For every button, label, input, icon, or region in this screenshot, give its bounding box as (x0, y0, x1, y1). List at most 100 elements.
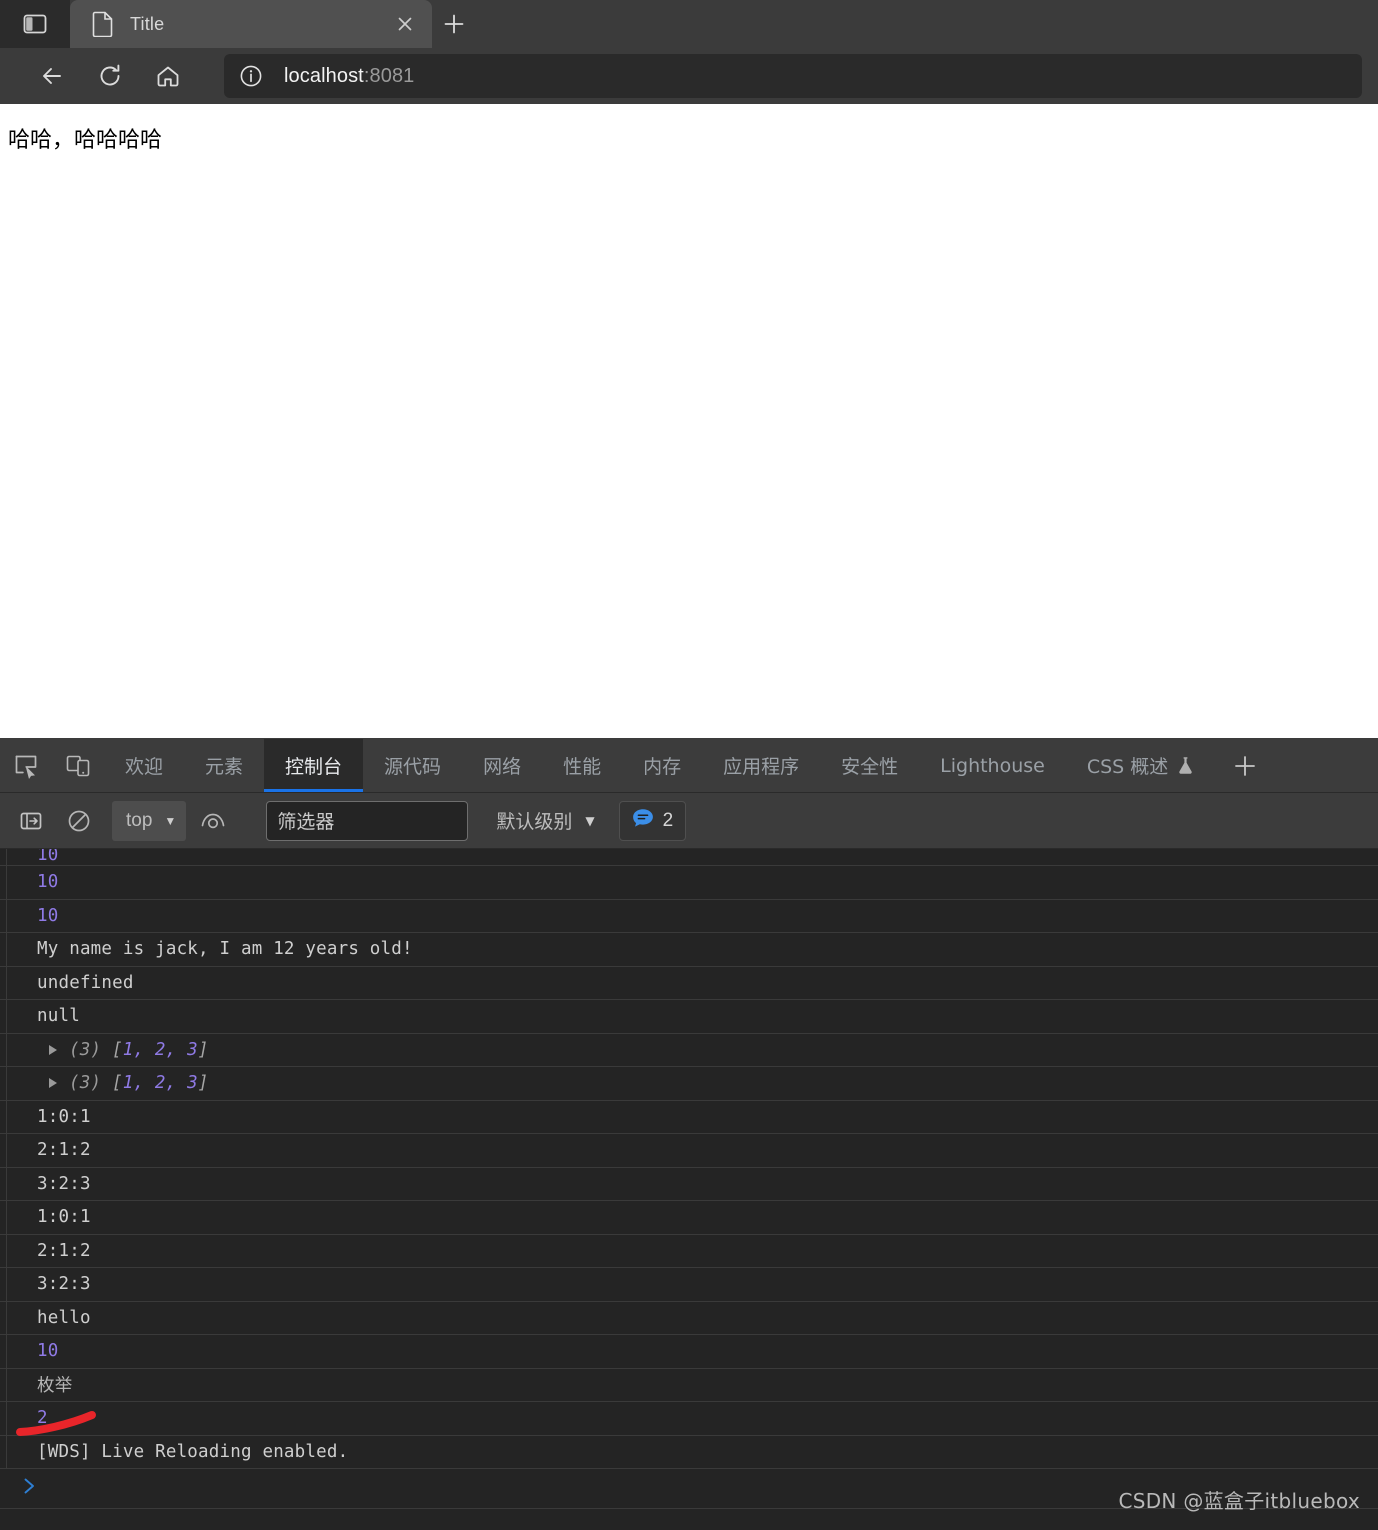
console-row-text: 枚举 (37, 1376, 73, 1397)
tab-lighthouse[interactable]: Lighthouse (919, 739, 1066, 792)
console-row[interactable]: 2 (0, 1402, 1378, 1436)
console-row[interactable]: hello (0, 1301, 1378, 1335)
console-row-text: undefined (37, 972, 134, 993)
console-row-array[interactable]: (3) [1, 2, 3] (0, 1067, 1378, 1101)
tab-css-overview[interactable]: CSS 概述 (1066, 739, 1215, 792)
console-row[interactable]: 1:0:1 (0, 1100, 1378, 1134)
console-row[interactable]: 2:1:2 (0, 1134, 1378, 1168)
url-port: :8081 (363, 64, 415, 87)
tab-elements[interactable]: 元素 (184, 739, 264, 792)
back-arrow-icon[interactable] (28, 52, 76, 100)
page-viewport: 哈哈，哈哈哈哈 (0, 104, 1378, 738)
reload-icon[interactable] (86, 52, 134, 100)
console-row[interactable]: null (0, 1000, 1378, 1034)
console-row[interactable]: 3:2:3 (0, 1268, 1378, 1302)
tab-performance[interactable]: 性能 (542, 739, 622, 792)
browser-chrome: Title localhost:8081 (0, 0, 1378, 104)
console-row-text: 10 (37, 872, 59, 893)
close-icon[interactable] (390, 9, 420, 39)
array-length: (3) (69, 1039, 102, 1060)
info-circle-icon[interactable] (238, 63, 264, 89)
tab-label: 内存 (643, 756, 682, 778)
tab-application[interactable]: 应用程序 (702, 739, 820, 792)
array-length: (3) (69, 1073, 102, 1094)
tab-sources[interactable]: 源代码 (363, 739, 462, 792)
console-row[interactable]: 10 (0, 1335, 1378, 1369)
clear-console-icon[interactable] (58, 800, 100, 842)
array-items: 1, 2, 3 (122, 1073, 198, 1094)
console-row-array[interactable]: (3) [1, 2, 3] (0, 1033, 1378, 1067)
tab-memory[interactable]: 内存 (622, 739, 702, 792)
more-tabs-button[interactable] (1215, 739, 1275, 792)
console-row-text: 1:0:1 (37, 1106, 91, 1127)
tab-label: 网络 (483, 756, 522, 778)
console-row-text: 2 (37, 1408, 48, 1429)
tab-welcome[interactable]: 欢迎 (104, 739, 184, 792)
console-row[interactable]: 10 (0, 849, 1378, 866)
new-tab-button[interactable] (432, 2, 476, 46)
console-row-text: hello (37, 1307, 91, 1328)
filter-placeholder: 筛选器 (277, 811, 335, 833)
home-icon[interactable] (144, 52, 192, 100)
devtools-tab-bar: 欢迎 元素 控制台 源代码 网络 性能 内存 应用程序 安全性 Lighthou… (0, 739, 1378, 793)
tab-strip: Title (0, 0, 1378, 48)
tab-label: 应用程序 (723, 756, 800, 778)
console-row[interactable]: 1:0:1 (0, 1201, 1378, 1235)
log-level-select[interactable]: 默认级别 ▼ (486, 807, 604, 834)
filter-input[interactable]: 筛选器 (266, 800, 469, 841)
tab-label: 欢迎 (125, 756, 164, 778)
address-bar[interactable]: localhost:8081 (224, 54, 1362, 98)
console-row-text: 3:2:3 (37, 1274, 91, 1295)
console-row[interactable]: 2:1:2 (0, 1234, 1378, 1268)
console-row-text: 10 (37, 849, 59, 865)
page-body-text: 哈哈，哈哈哈哈 (8, 128, 163, 153)
execution-context-value: top (126, 809, 153, 831)
tab-title: Title (130, 13, 165, 34)
tab-label: CSS 概述 (1086, 756, 1169, 778)
live-expression-icon[interactable] (192, 800, 234, 842)
console-row-text: 10 (37, 1341, 59, 1362)
browser-tab[interactable]: Title (70, 0, 432, 48)
url-host: localhost (284, 64, 364, 87)
disclosure-triangle-icon[interactable] (49, 1078, 57, 1089)
console-row-text: 1:0:1 (37, 1207, 91, 1228)
devtools-panel: 欢迎 元素 控制台 源代码 网络 性能 内存 应用程序 安全性 Lighthou… (0, 738, 1378, 1530)
log-level-label: 默认级别 (496, 811, 573, 833)
console-row[interactable]: 3:2:3 (0, 1167, 1378, 1201)
console-row-text: null (37, 1006, 80, 1027)
split-pane-icon[interactable] (0, 0, 70, 48)
console-row-text: 2:1:2 (37, 1140, 91, 1161)
console-row-text: [WDS] Live Reloading enabled. (37, 1441, 349, 1462)
inspect-element-icon[interactable] (0, 739, 52, 792)
screenshot-root: Title localhost:8081 哈哈，哈哈哈哈 欢迎 元素 控制台 源… (0, 0, 1378, 1530)
console-row-text: 2:1:2 (37, 1240, 91, 1261)
flask-icon (1177, 756, 1194, 775)
message-count: 2 (662, 809, 674, 831)
message-count-badge[interactable]: 2 (618, 800, 687, 841)
console-row-text: 10 (37, 905, 59, 926)
execution-context-select[interactable]: top ▼ (112, 800, 187, 841)
console-row[interactable]: 10 (0, 899, 1378, 933)
console-row-text: 3:2:3 (37, 1173, 91, 1194)
console-row[interactable]: undefined (0, 966, 1378, 1000)
console-row-text: My name is jack, I am 12 years old! (37, 939, 413, 960)
address-bar-url: localhost:8081 (284, 65, 414, 88)
console-log-area[interactable]: 10 10 10 My name is jack, I am 12 years … (0, 849, 1378, 1530)
tab-network[interactable]: 网络 (462, 739, 542, 792)
console-row[interactable]: 枚举 (0, 1368, 1378, 1402)
navigation-bar: localhost:8081 (0, 48, 1378, 104)
chevron-down-icon: ▼ (164, 813, 177, 828)
console-row[interactable]: 10 (0, 866, 1378, 900)
console-sidebar-icon[interactable] (10, 800, 52, 842)
document-icon (92, 11, 114, 38)
tab-security[interactable]: 安全性 (820, 739, 919, 792)
device-toolbar-icon[interactable] (52, 739, 104, 792)
watermark: CSDN @蓝盒子itbluebox (1118, 1489, 1360, 1513)
disclosure-triangle-icon[interactable] (49, 1044, 57, 1055)
tab-console[interactable]: 控制台 (264, 739, 364, 792)
console-row[interactable]: My name is jack, I am 12 years old! (0, 933, 1378, 967)
tab-label: 性能 (563, 756, 602, 778)
tab-label: 控制台 (285, 756, 343, 778)
chevron-down-icon: ▼ (585, 813, 595, 828)
console-row[interactable]: [WDS] Live Reloading enabled. (0, 1435, 1378, 1469)
